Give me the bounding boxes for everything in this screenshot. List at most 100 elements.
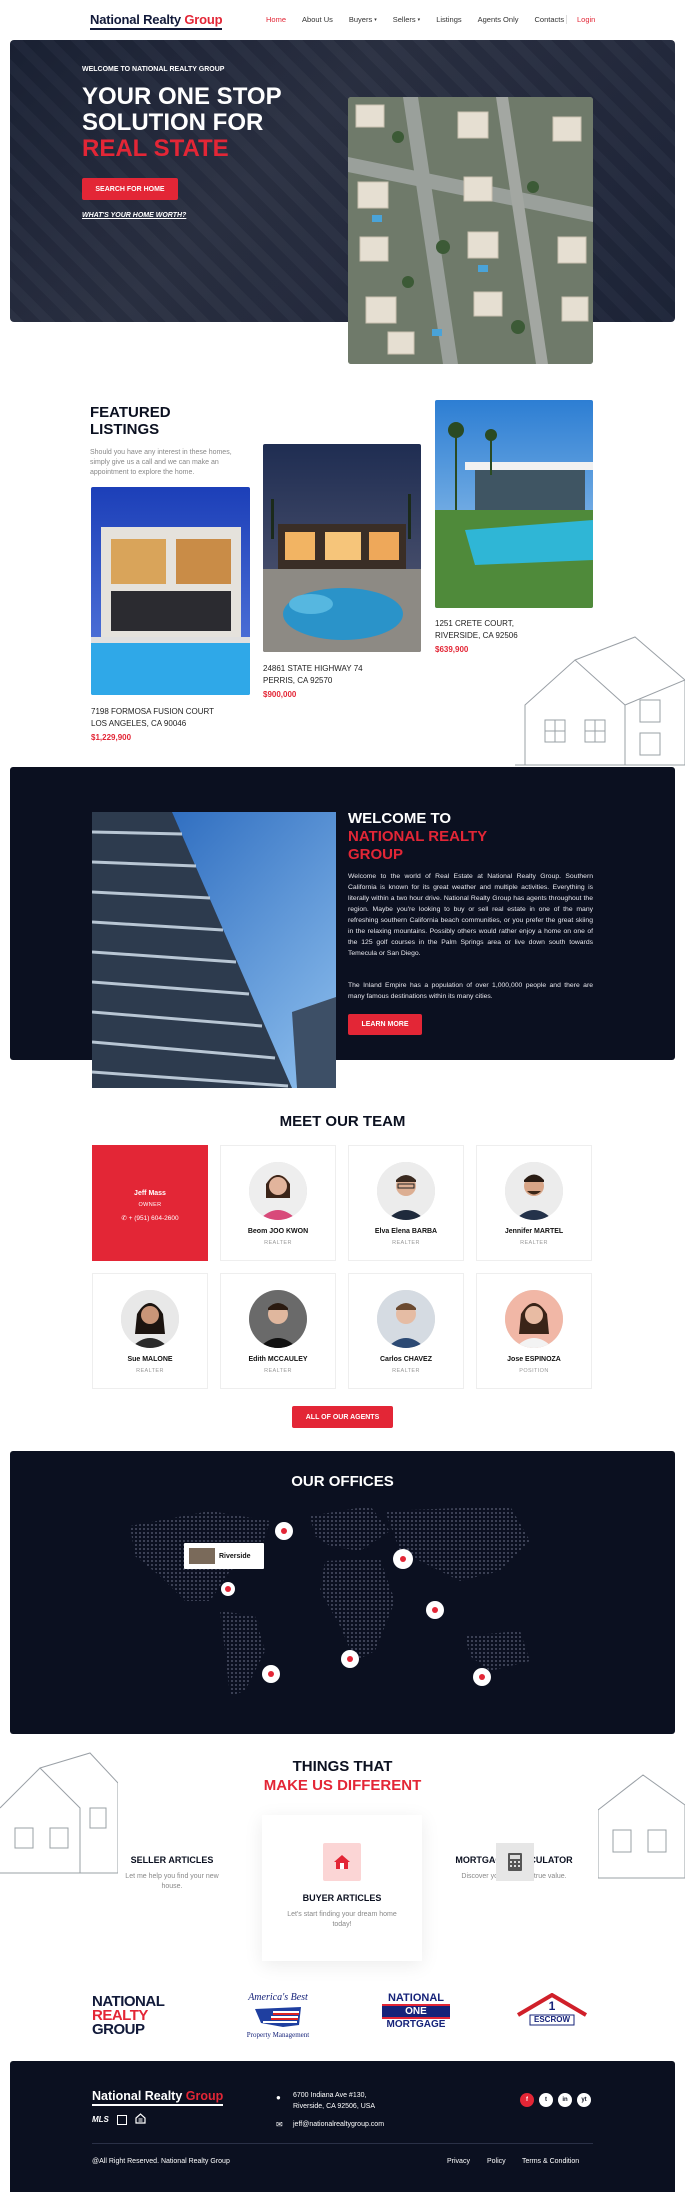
all-agents-button[interactable]: ALL OF OUR AGENTS bbox=[292, 1406, 393, 1428]
card-title: BUYER ARTICLES bbox=[302, 1893, 382, 1903]
office-marker[interactable] bbox=[262, 1665, 280, 1683]
footer-policy-link[interactable]: Policy bbox=[487, 2158, 506, 2165]
nav-agents-only[interactable]: Agents Only bbox=[478, 15, 519, 24]
team-member[interactable]: Sue MALONE REALTER bbox=[92, 1273, 208, 1389]
email-icon: ✉ bbox=[276, 2120, 283, 2129]
buyer-articles-card[interactable]: BUYER ARTICLES Let's start finding your … bbox=[262, 1815, 422, 1961]
offices-title: OUR OFFICES bbox=[291, 1473, 394, 1490]
hero-welcome: WELCOME TO NATIONAL REALTY GROUP bbox=[82, 66, 225, 73]
location-icon: ● bbox=[276, 2093, 281, 2102]
house-sketch-right bbox=[597, 1750, 685, 1882]
avatar bbox=[249, 1290, 307, 1348]
office-marker[interactable] bbox=[393, 1549, 413, 1569]
site-logo[interactable]: National Realty Group bbox=[90, 12, 223, 30]
offices-section: Riverside bbox=[10, 1451, 675, 1734]
learn-more-button[interactable]: LEARN MORE bbox=[348, 1014, 422, 1035]
house-icon bbox=[323, 1843, 361, 1881]
card-title: SELLER ARTICLES bbox=[130, 1855, 214, 1865]
member-role: REALTER bbox=[392, 1240, 420, 1246]
home-worth-link[interactable]: WHAT'S YOUR HOME WORTH? bbox=[82, 212, 186, 219]
featured-description: Should you have any interest in these ho… bbox=[90, 449, 232, 476]
team-member[interactable]: Edith MCCAULEY REALTER bbox=[220, 1273, 336, 1389]
welcome-paragraph-1: Welcome to the world of Real Estate at N… bbox=[348, 873, 593, 957]
footer-badges: MLS bbox=[92, 2113, 146, 2126]
avatar bbox=[377, 1290, 435, 1348]
office-marker[interactable] bbox=[426, 1601, 444, 1619]
partner-logo-escrow: 1 ESCROW bbox=[516, 1993, 588, 2039]
calculator-icon bbox=[496, 1843, 534, 1881]
member-role: REALTER bbox=[136, 1368, 164, 1374]
welcome-title: WELCOME TO NATIONAL REALTY GROUP bbox=[348, 810, 488, 863]
member-role: REALTER bbox=[264, 1368, 292, 1374]
main-menu: Home About Us Buyers ▾ Sellers ▾ Listings … bbox=[266, 15, 580, 24]
member-phone[interactable]: ✆ + (951) 604-2600 bbox=[93, 1214, 207, 1222]
member-role: POSITION bbox=[519, 1368, 549, 1374]
welcome-paragraph-2: The Inland Empire has a population of ov… bbox=[348, 982, 593, 1000]
listing-image-1[interactable] bbox=[91, 487, 250, 695]
nav-about[interactable]: About Us bbox=[302, 15, 333, 24]
equal-housing-icon bbox=[135, 2113, 146, 2126]
member-role: OWNER bbox=[138, 1202, 162, 1208]
house-sketch-left bbox=[0, 1738, 119, 1878]
member-name: Sue MALONE bbox=[127, 1356, 173, 1363]
team-member[interactable]: Jose ESPINOZA POSITION bbox=[476, 1273, 592, 1389]
phone-icon: ✆ bbox=[121, 1215, 129, 1222]
listing-price-3: $639,900 bbox=[435, 645, 469, 654]
footer-address: 6700 Indiana Ave #130, Riverside, CA 9250… bbox=[293, 2092, 376, 2110]
nav-listings[interactable]: Listings bbox=[436, 15, 461, 24]
nav-home[interactable]: Home bbox=[266, 15, 286, 24]
office-popup[interactable]: Riverside bbox=[184, 1543, 264, 1569]
search-home-button[interactable]: SEARCH FOR HOME bbox=[82, 178, 178, 200]
house-sketch-decoration bbox=[515, 625, 685, 767]
listing-image-2[interactable] bbox=[263, 444, 421, 652]
usa-flag-map-icon bbox=[255, 2007, 301, 2027]
avatar bbox=[505, 1162, 563, 1220]
copyright: @All Right Reserved. National Realty Gro… bbox=[92, 2158, 230, 2165]
avatar bbox=[377, 1162, 435, 1220]
seller-articles-card[interactable]: SELLER ARTICLES Let me help you find you… bbox=[102, 1843, 242, 1892]
nav-contacts[interactable]: Contacts bbox=[534, 15, 564, 24]
listing-price-2: $900,000 bbox=[263, 690, 297, 699]
office-marker-riverside[interactable] bbox=[221, 1582, 235, 1596]
member-name: Edith MCCAULEY bbox=[248, 1356, 308, 1363]
footer-terms-link[interactable]: Terms & Condition bbox=[522, 2158, 579, 2165]
member-name: Elva Elena BARBA bbox=[374, 1228, 438, 1235]
footer-logo[interactable]: National Realty Group bbox=[92, 2089, 224, 2106]
team-member[interactable]: Jennifer MARTEL REALTER bbox=[476, 1145, 592, 1261]
member-role: REALTER bbox=[520, 1240, 548, 1246]
team-member-owner[interactable]: Jeff Mass OWNER ✆ + (951) 604-2600 bbox=[92, 1145, 208, 1261]
office-marker[interactable] bbox=[275, 1522, 293, 1540]
team-member[interactable]: Carlos CHAVEZ REALTER bbox=[348, 1273, 464, 1389]
mls-badge: MLS bbox=[92, 2115, 109, 2124]
team-member[interactable]: Elva Elena BARBA REALTER bbox=[348, 1145, 464, 1261]
listing-image-3[interactable] bbox=[435, 400, 593, 608]
login-link[interactable]: Login bbox=[566, 15, 595, 24]
featured-title: FEATURED LISTINGS bbox=[90, 404, 171, 438]
member-role: REALTER bbox=[392, 1368, 420, 1374]
office-marker[interactable] bbox=[473, 1668, 491, 1686]
twitter-icon[interactable]: t bbox=[539, 2093, 553, 2107]
member-role: REALTER bbox=[264, 1240, 292, 1246]
member-name: Jose ESPINOZA bbox=[507, 1356, 561, 1363]
nav-buyers[interactable]: Buyers ▾ bbox=[349, 15, 377, 24]
team-title: MEET OUR TEAM bbox=[279, 1113, 406, 1130]
team-member[interactable]: Beom JOO KWON REALTER bbox=[220, 1145, 336, 1261]
nav-sellers[interactable]: Sellers ▾ bbox=[393, 15, 420, 24]
linkedin-icon[interactable]: in bbox=[558, 2093, 572, 2107]
office-popup-label: Riverside bbox=[219, 1552, 251, 1560]
chevron-down-icon: ▾ bbox=[374, 16, 377, 23]
office-building-image bbox=[92, 812, 336, 1088]
member-name: Carlos CHAVEZ bbox=[380, 1356, 432, 1363]
footer-email[interactable]: jeff@nationalrealtygroup.com bbox=[293, 2119, 384, 2130]
footer-divider bbox=[92, 2143, 593, 2144]
facebook-icon[interactable]: f bbox=[520, 2093, 534, 2107]
realtor-icon bbox=[116, 2114, 127, 2125]
listing-address-1: 7198 FORMOSA FUSION COURT LOS ANGELES, CA… bbox=[91, 707, 214, 728]
partner-logo-national-one: NATIONAL ONE MORTGAGE bbox=[382, 1993, 450, 2030]
hero-title: YOUR ONE STOP SOLUTION FOR REAL STATE bbox=[82, 83, 282, 162]
listing-address-3: 1251 CRETE COURT, RIVERSIDE, CA 92506 bbox=[435, 619, 518, 640]
footer-privacy-link[interactable]: Privacy bbox=[447, 2158, 470, 2165]
avatar bbox=[505, 1290, 563, 1348]
youtube-icon[interactable]: yt bbox=[577, 2093, 591, 2107]
office-marker[interactable] bbox=[341, 1650, 359, 1668]
